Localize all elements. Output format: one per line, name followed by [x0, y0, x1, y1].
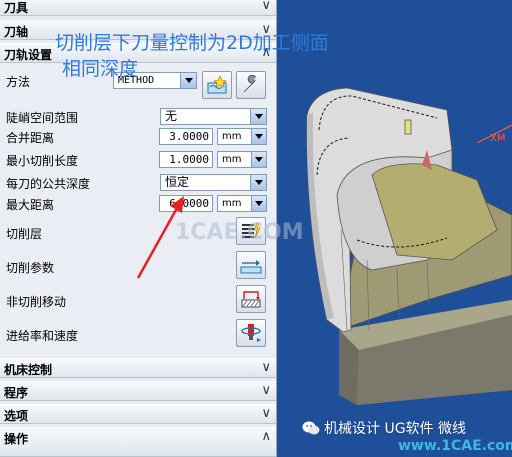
annotation-arrow: [136, 196, 184, 279]
